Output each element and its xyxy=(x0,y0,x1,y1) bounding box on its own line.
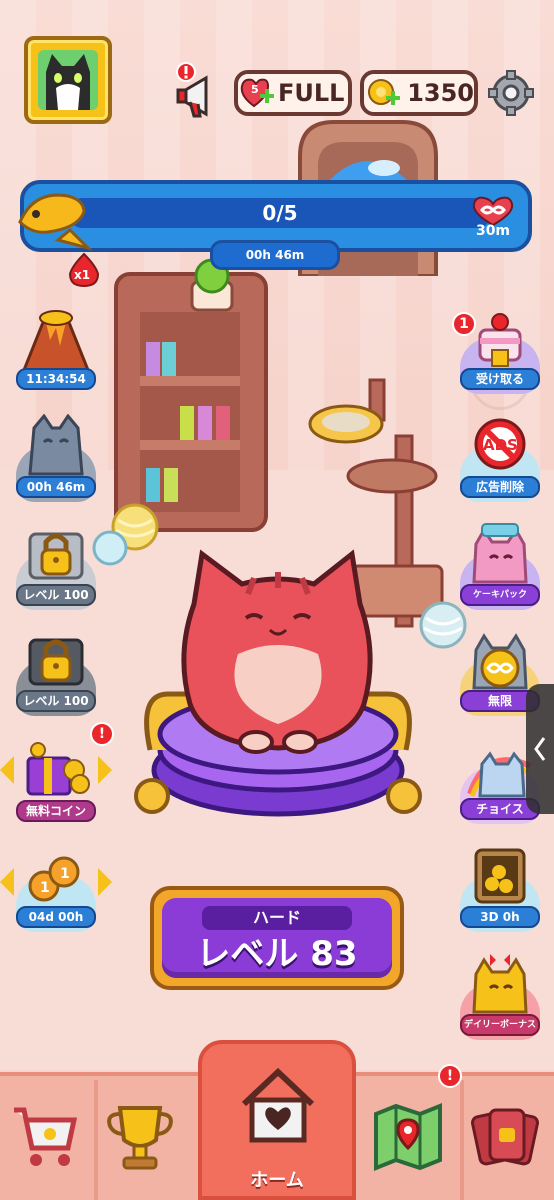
multiplier-badge: x1 xyxy=(68,252,100,288)
free-coins-label: 無料コイン xyxy=(16,800,96,822)
svg-text:ADS: ADS xyxy=(483,436,518,454)
coin-bundle-timer: 04d 00h xyxy=(16,906,96,928)
cake-pack-cat-icon xyxy=(472,523,528,584)
red-cat-on-cushion xyxy=(134,549,422,817)
lives-counter[interactable]: 5 FULL xyxy=(234,70,352,116)
arrow-right-icon xyxy=(98,868,112,896)
level-difficulty: ハード xyxy=(202,906,352,930)
gold-vault-button[interactable]: 3D 0h xyxy=(458,842,542,932)
svg-text:1: 1 xyxy=(60,866,70,882)
volcano-icon xyxy=(22,310,90,372)
coin-plus-icon xyxy=(368,79,400,105)
cat-statue-button[interactable]: 00h 46m xyxy=(14,412,98,502)
free-coins-button[interactable]: ! 無料コイン xyxy=(0,722,114,826)
volcano-event-button[interactable]: 11:34:54 xyxy=(14,304,98,394)
stone-cat-statue-icon xyxy=(28,414,84,476)
remove-ads-label: 広告削除 xyxy=(460,476,540,498)
infinite-gold-cat-icon xyxy=(472,633,528,690)
map-alert-badge: ! xyxy=(438,1064,462,1088)
golden-fish-icon xyxy=(18,193,94,251)
coin-bundle-button[interactable]: 1 1 04d 00h xyxy=(0,842,112,932)
map-icon[interactable] xyxy=(372,1100,444,1172)
progress-timer: 00h 46m xyxy=(210,240,340,270)
svg-text:x1: x1 xyxy=(74,268,90,282)
heart-plus-icon: 5 xyxy=(240,78,274,108)
arrow-right-icon xyxy=(98,756,112,784)
nav-divider xyxy=(460,1080,464,1200)
home-label: ホーム xyxy=(250,1170,304,1191)
arrow-left-icon xyxy=(0,868,14,896)
megaphone-icon[interactable] xyxy=(176,62,224,120)
chevron-left-icon xyxy=(534,737,546,761)
coin-bundle-icon: 1 1 xyxy=(28,856,80,902)
free-coins-gift-icon xyxy=(26,742,90,796)
silver-chest-requirement: レベル 100 xyxy=(16,584,96,606)
dark-chest-requirement: レベル 100 xyxy=(16,690,96,712)
cake-pack-button[interactable]: ケーキパック xyxy=(458,520,542,610)
coin-amount: 1350 xyxy=(407,79,474,107)
volcano-timer: 11:34:54 xyxy=(16,368,96,390)
svg-text:1: 1 xyxy=(40,880,50,896)
level-label: レベル 83 xyxy=(196,934,358,974)
no-ads-icon: ADS xyxy=(474,418,526,470)
black-cat-avatar-icon xyxy=(38,50,98,110)
silver-chest-button[interactable]: レベル 100 xyxy=(14,520,98,610)
lives-status: FULL xyxy=(278,79,345,107)
daily-bonus-cat-icon xyxy=(472,954,528,1014)
infinite-lives-badge[interactable]: 30m xyxy=(468,195,518,243)
side-drawer-handle[interactable] xyxy=(526,684,554,814)
progress-value: 0/5 xyxy=(262,201,298,225)
padlock-icon xyxy=(28,638,84,686)
level-inner: ハード レベル 83 xyxy=(162,898,392,978)
cards-icon[interactable] xyxy=(470,1100,542,1172)
player-avatar[interactable] xyxy=(24,36,112,124)
arrow-left-icon xyxy=(0,756,14,784)
infinite-time: 30m xyxy=(475,223,511,239)
cake-pack-label: ケーキパック xyxy=(460,584,540,606)
play-level-button[interactable]: ハード レベル 83 xyxy=(150,886,404,990)
svg-text:5: 5 xyxy=(251,83,259,96)
gold-vault-icon xyxy=(474,848,526,904)
nav-divider xyxy=(94,1080,98,1200)
claim-gift-button[interactable]: 1 受け取る xyxy=(452,304,542,394)
choice-cat-icon xyxy=(467,751,532,798)
claim-count-badge: 1 xyxy=(452,312,476,336)
home-icon xyxy=(241,1067,315,1143)
free-coins-alert-badge: ! xyxy=(90,722,114,746)
gear-icon[interactable] xyxy=(488,70,534,116)
dark-chest-button[interactable]: レベル 100 xyxy=(14,626,98,716)
game-screen: 5 FULL 1350 0/5 00h 46m x1 30m 11:34:54 … xyxy=(0,0,554,1200)
statue-timer: 00h 46m xyxy=(16,476,96,498)
daily-bonus-label: デイリーボーナス xyxy=(460,1014,540,1036)
trophy-icon[interactable] xyxy=(104,1100,176,1172)
claim-label: 受け取る xyxy=(460,368,540,390)
coin-counter[interactable]: 1350 xyxy=(360,70,478,116)
remove-ads-button[interactable]: ADS 広告削除 xyxy=(458,412,542,502)
cake-gift-icon xyxy=(478,313,522,367)
shop-cart-icon[interactable] xyxy=(10,1100,82,1172)
daily-bonus-button[interactable]: デイリーボーナス xyxy=(458,950,542,1040)
progress-track: 0/5 xyxy=(70,198,490,228)
vault-timer: 3D 0h xyxy=(460,906,540,928)
padlock-icon xyxy=(28,532,84,580)
